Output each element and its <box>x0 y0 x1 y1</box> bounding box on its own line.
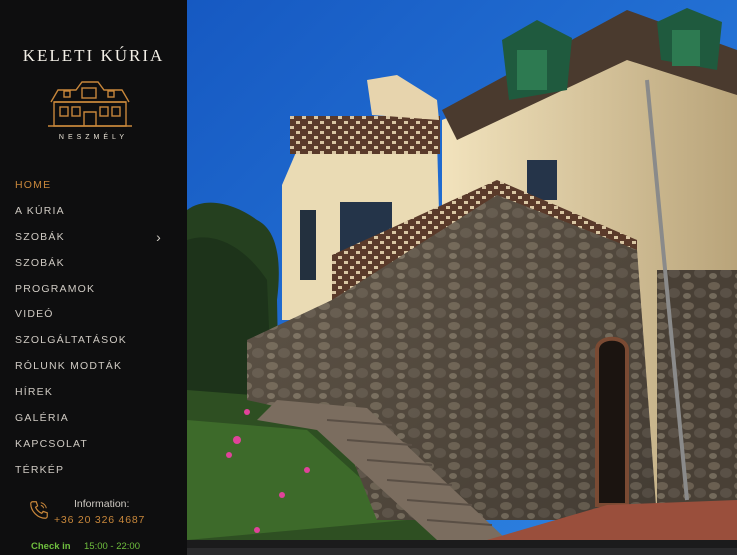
nav-label: VIDEÓ <box>15 308 54 321</box>
nav-item-hirek[interactable]: HÍREK <box>15 383 175 409</box>
main-nav: HOME A KÚRIA SZOBÁK › SZOBÁK PROGRAMOK VI… <box>15 176 175 487</box>
nav-label: HÍREK <box>15 386 54 399</box>
phone-number-link[interactable]: +36 20 326 4687 <box>54 514 145 526</box>
chevron-right-icon[interactable]: › <box>156 228 162 246</box>
nav-item-kapcsolat[interactable]: KAPCSOLAT <box>15 435 175 461</box>
nav-item-programok[interactable]: PROGRAMOK <box>15 280 175 306</box>
nav-label: A KÚRIA <box>15 204 65 217</box>
nav-label: SZOBÁK <box>15 230 65 243</box>
nav-label: PROGRAMOK <box>15 282 96 295</box>
brand-title[interactable]: KELETI KÚRIA <box>0 46 187 66</box>
nav-item-galeria[interactable]: GALÉRIA <box>15 409 175 435</box>
nav-label: TÉRKÉP <box>15 463 65 476</box>
nav-item-home[interactable]: HOME <box>15 176 175 202</box>
nav-label: HOME <box>15 179 52 191</box>
nav-item-szolgaltatasok[interactable]: SZOLGÁLTATÁSOK <box>15 331 175 357</box>
hero-image-manor-house <box>187 0 737 540</box>
nav-item-video[interactable]: VIDEÓ <box>15 305 175 331</box>
nav-label: GALÉRIA <box>15 412 69 425</box>
nav-item-szobak-menu[interactable]: SZOBÁK › <box>15 228 175 254</box>
nav-label: KAPCSOLAT <box>15 437 89 450</box>
nav-item-szobak[interactable]: SZOBÁK <box>15 254 175 280</box>
sidebar: KELETI KÚRIA NESZMÉLY HOME A KÚRIA SZOBÁ… <box>0 0 187 555</box>
phone-icon <box>30 501 48 519</box>
manor-photo <box>187 0 737 540</box>
brand-subtitle: NESZMÉLY <box>58 134 129 141</box>
nav-item-rolunk-modtak[interactable]: RÓLUNK MODTÁK <box>15 357 175 383</box>
checkin-label: Check in <box>31 541 71 552</box>
bottom-scroll-strip <box>187 548 737 555</box>
nav-item-a-kuria[interactable]: A KÚRIA <box>15 202 175 228</box>
information-label: Information: <box>74 498 130 510</box>
checkin-time: 15:00 - 22:00 <box>84 541 140 552</box>
nav-label: RÓLUNK MODTÁK <box>15 360 123 373</box>
nav-label: SZOLGÁLTATÁSOK <box>15 334 127 347</box>
house-logo-icon[interactable] <box>48 76 132 128</box>
nav-item-terkep[interactable]: TÉRKÉP <box>15 461 175 487</box>
nav-label: SZOBÁK <box>15 256 65 269</box>
